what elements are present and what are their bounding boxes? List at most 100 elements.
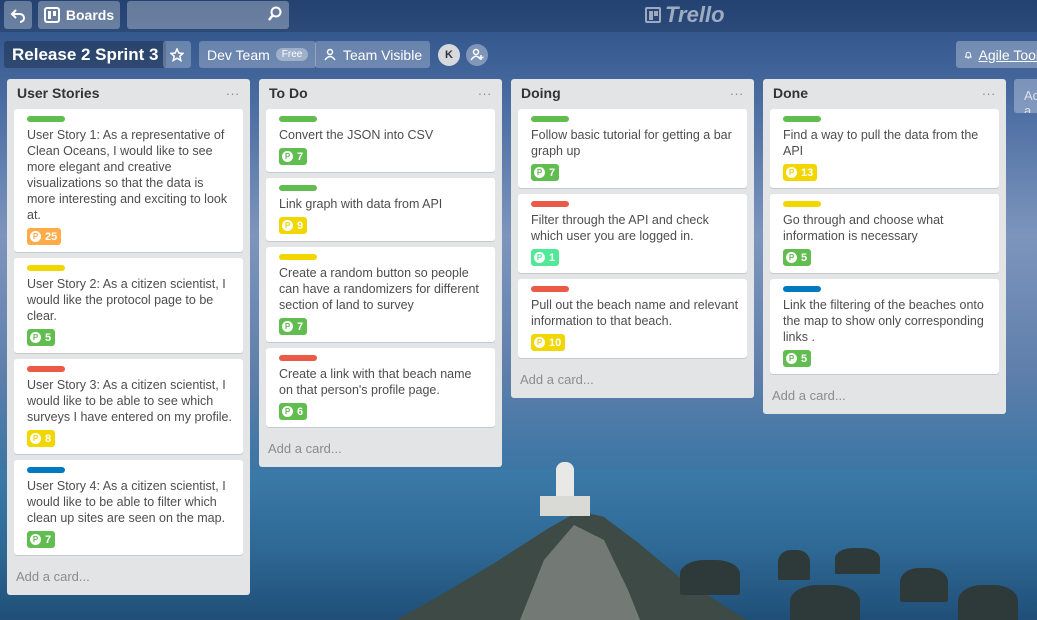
visibility-label: Team Visible [343,46,423,63]
card[interactable]: Create a link with that beach name on th… [266,348,495,427]
list-to-do: To Do... Convert the JSON into CSV P 7 Link … [259,79,502,467]
card[interactable]: Link graph with data from API P 9 [266,178,495,241]
points-value: 10 [549,336,562,349]
points-icon: P [282,220,293,231]
card-title: Link graph with data from API [279,197,443,211]
points-value: 9 [297,219,304,232]
free-badge: Free [275,48,309,61]
avatar[interactable]: K [438,44,460,66]
points-icon: P [30,433,41,444]
points-value: 1 [549,251,556,264]
points-value: 5 [45,331,52,344]
team-label: Dev Team [207,46,270,63]
points-value: 6 [297,405,304,418]
story-points-badge: P9 [279,217,308,234]
visibility-button[interactable]: Team Visible [315,41,431,68]
card[interactable]: Follow basic tutorial for getting a bar … [518,109,747,188]
list-user-stories: User Stories... User Story 1: As a repres… [7,79,250,595]
card-label-red[interactable] [531,201,569,207]
list-menu-icon[interactable]: ... [226,83,240,98]
list-header: Done... [763,79,1006,105]
card-label-green[interactable] [531,116,569,122]
card[interactable]: User Story 4: As a citizen scientist, I … [14,460,243,555]
card-label-blue[interactable] [783,286,821,292]
card-label-green[interactable] [279,185,317,191]
background-rock [680,560,740,595]
card[interactable]: Pull out the beach name and relevant inf… [518,279,747,358]
points-icon: P [786,167,797,178]
add-member-icon [470,48,484,61]
card-label-blue[interactable] [27,467,65,473]
background-rock [778,550,810,580]
background-lighthouse [540,462,590,517]
card[interactable]: Link the filtering of the beaches onto t… [770,279,999,374]
card-title: User Story 4: As a citizen scientist, I … [27,479,226,525]
add-card-button[interactable]: Add a card... [7,561,250,595]
card-label-red[interactable] [279,355,317,361]
story-points-badge: P 10 [531,334,566,351]
card[interactable]: Go through and choose what information i… [770,194,999,273]
card[interactable]: User Story 2: As a citizen scientist, I … [14,258,243,353]
add-list-button[interactable]: Add a list... [1014,79,1037,113]
story-points-badge: P 13 [783,164,818,181]
add-card-button[interactable]: Add a card... [511,364,754,398]
card-label-yellow[interactable] [783,201,821,207]
back-arrow-icon [10,9,25,23]
card-title: Create a link with that beach name on th… [279,367,472,397]
list-menu-icon[interactable]: ... [478,83,492,98]
card-label-yellow[interactable] [279,254,317,260]
agile-tools-label: Agile Tools [978,46,1037,63]
points-value: 7 [549,166,556,179]
card-label-green[interactable] [279,116,317,122]
story-points-badge: P1 [531,249,560,266]
card-title: User Story 2: As a citizen scientist, I … [27,277,226,323]
story-points-badge: P 25 [27,228,62,245]
card-label-red[interactable] [531,286,569,292]
card-title: Filter through the API and check which u… [531,213,709,243]
card-title: Create a random button so people can hav… [279,266,479,312]
points-value: 25 [45,230,58,243]
card-label-green[interactable] [783,116,821,122]
add-card-button[interactable]: Add a card... [763,380,1006,414]
points-icon: P [282,151,293,162]
story-points-badge: P7 [279,318,308,335]
team-button[interactable]: Dev Team Free [199,41,317,68]
add-member-button[interactable] [466,44,488,66]
star-board-button[interactable] [163,41,191,68]
card[interactable]: Convert the JSON into CSV P 7 [266,109,495,172]
list-title[interactable]: User Stories [17,85,99,101]
list-title[interactable]: Done [773,85,808,101]
list-title[interactable]: Doing [521,85,561,101]
card-label-yellow[interactable] [27,265,65,271]
card[interactable]: Filter through the API and check which u… [518,194,747,273]
list-menu-icon[interactable]: ... [730,83,744,98]
card[interactable]: Find a way to pull the data from the API… [770,109,999,188]
boards-button[interactable]: Boards [38,1,120,29]
trello-logo[interactable]: Trello [645,2,725,27]
points-value: 7 [297,320,304,333]
story-points-badge: P5 [783,249,812,266]
list-header: Doing... [511,79,754,105]
background-rock [900,568,948,602]
card[interactable]: Create a random button so people can hav… [266,247,495,342]
points-icon: P [282,321,293,332]
card[interactable]: User Story 1: As a representative of Cle… [14,109,243,252]
agile-tools-button[interactable]: Agile Tools [956,41,1037,68]
story-points-badge: P7 [27,531,56,548]
back-button[interactable] [4,1,32,29]
card-title: User Story 1: As a representative of Cle… [27,128,228,222]
card-label-green[interactable] [27,116,65,122]
points-icon: P [30,231,41,242]
add-card-button[interactable]: Add a card... [259,433,502,467]
star-icon [170,47,184,62]
list-menu-icon[interactable]: ... [982,83,996,98]
card-title: Pull out the beach name and relevant inf… [531,298,739,328]
card[interactable]: User Story 3: As a citizen scientist, I … [14,359,243,454]
list-title[interactable]: To Do [269,85,308,101]
board-title[interactable]: Release 2 Sprint 3 [4,41,167,68]
points-value: 8 [45,432,52,445]
card-label-red[interactable] [27,366,65,372]
search-icon[interactable] [267,6,283,22]
search-input[interactable] [127,1,289,29]
points-value: 5 [801,251,808,264]
